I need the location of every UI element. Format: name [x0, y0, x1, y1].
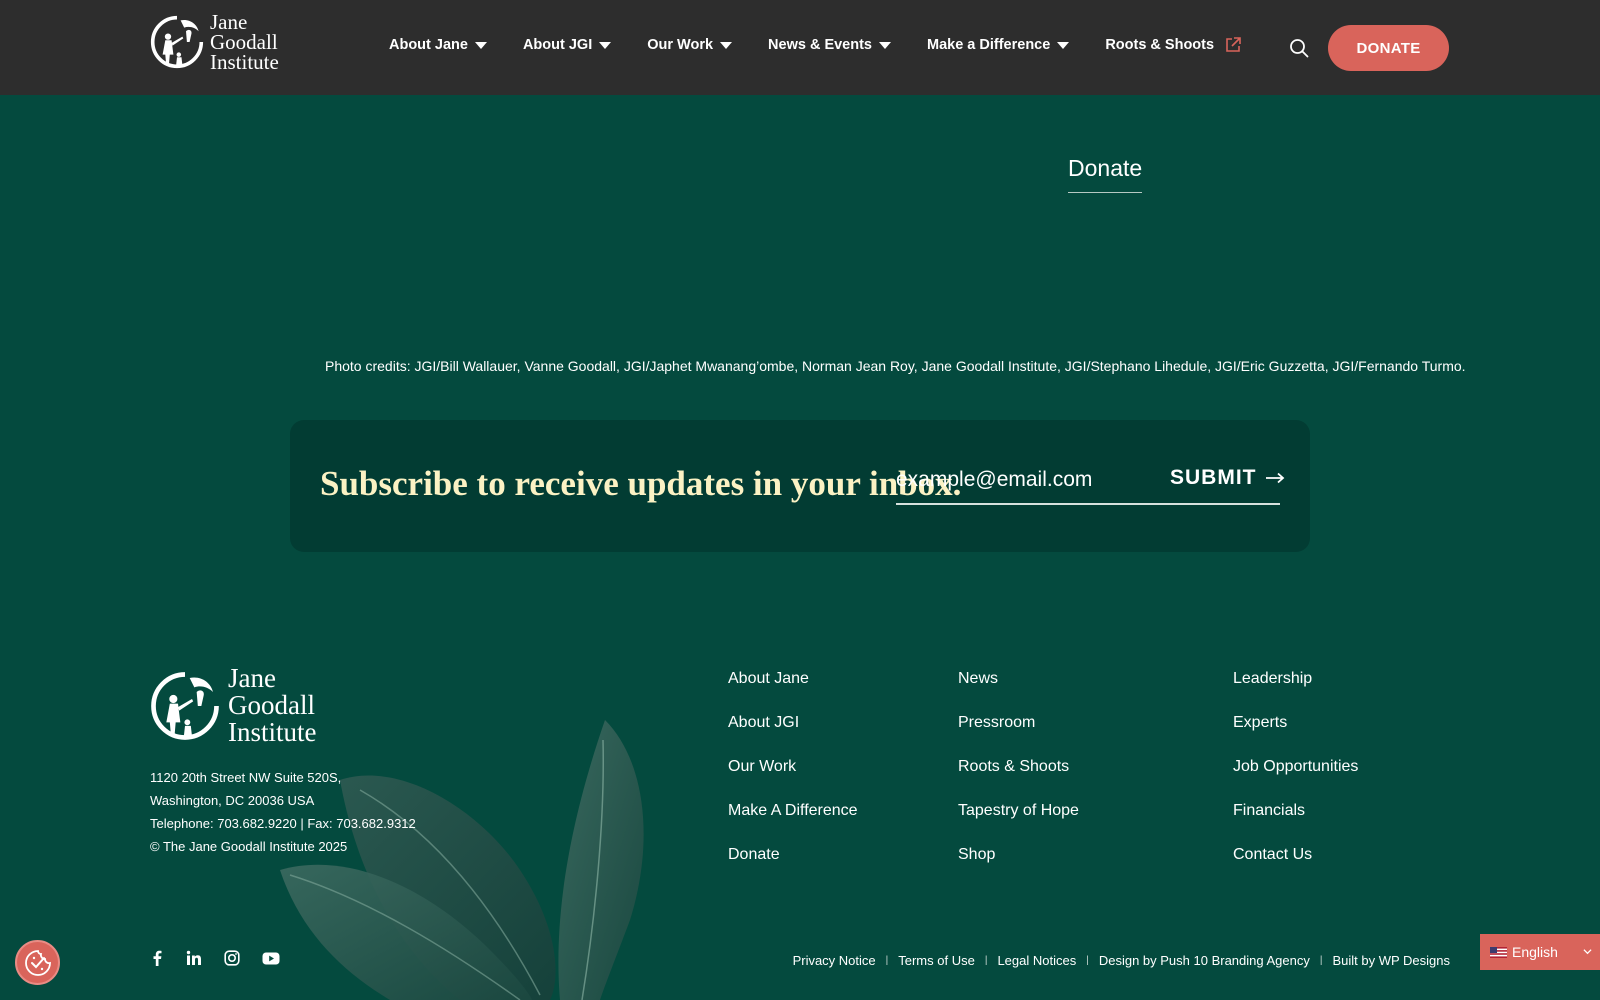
chevron-down-icon [1057, 41, 1070, 49]
submit-button[interactable]: SUBMIT [1170, 466, 1285, 490]
chevron-down-icon [1583, 949, 1592, 955]
footer-link[interactable]: About JGI [728, 714, 858, 758]
footer-link[interactable]: Job Opportunities [1233, 758, 1358, 802]
chevron-down-icon [720, 41, 733, 49]
footer-link[interactable]: About Jane [728, 670, 858, 714]
logo-wordmark: Jane Goodall Institute [210, 10, 279, 74]
footer-link[interactable]: Shop [958, 846, 1079, 890]
cookie-settings-button[interactable] [15, 940, 60, 985]
footer-link[interactable]: Leadership [1233, 670, 1358, 714]
footer-link[interactable]: Financials [1233, 802, 1358, 846]
instagram-icon[interactable] [224, 950, 240, 966]
cookie-check-icon [24, 949, 51, 976]
nav-item-label: News & Events [768, 37, 872, 53]
separator: | [885, 955, 889, 966]
terms-of-use-link[interactable]: Terms of Use [898, 953, 975, 968]
us-flag-icon [1490, 946, 1507, 958]
phone-fax: Telephone: 703.682.9220 | Fax: 703.682.9… [150, 816, 416, 831]
nav-item-label: About JGI [522, 37, 593, 53]
nav-item-make-a-difference[interactable]: Make a Difference [927, 37, 1070, 53]
site-logo[interactable]: Jane Goodall Institute [150, 10, 279, 74]
email-field[interactable] [896, 460, 1146, 500]
donate-link[interactable]: Donate [1068, 155, 1143, 193]
nav-item-label: Make a Difference [927, 37, 1051, 53]
photo-credits: Photo credits: JGI/Bill Wallauer, Vanne … [325, 358, 1466, 374]
external-link-icon [1226, 37, 1241, 52]
nav-item-label: Our Work [647, 37, 714, 53]
chevron-down-icon [599, 41, 612, 49]
site-header: Jane Goodall Institute About Jane About … [0, 0, 1600, 95]
logo-line: Goodall [210, 30, 278, 54]
footer-links-col-1: About Jane About JGI Our Work Make A Dif… [728, 670, 858, 890]
separator: | [1319, 955, 1323, 966]
youtube-icon[interactable] [262, 952, 280, 965]
design-credit-link[interactable]: Design by Push 10 Branding Agency [1099, 953, 1310, 968]
footer-link[interactable]: Tapestry of Hope [958, 802, 1079, 846]
subscribe-heading: Subscribe to receive updates in your inb… [320, 464, 962, 503]
search-icon[interactable] [1289, 38, 1309, 58]
footer-link[interactable]: Roots & Shoots [958, 758, 1079, 802]
footer-link[interactable]: Experts [1233, 714, 1358, 758]
arrow-right-icon [1265, 472, 1284, 484]
nav-item-roots-shoots[interactable]: Roots & Shoots [1105, 36, 1242, 54]
legal-links: Privacy Notice | Terms of Use | Legal No… [793, 953, 1450, 968]
footer-link[interactable]: Contact Us [1233, 846, 1358, 890]
footer-link[interactable]: Make A Difference [728, 802, 858, 846]
copyright: © The Jane Goodall Institute 2025 [150, 839, 348, 854]
nav-item-about-jane[interactable]: About Jane [389, 37, 487, 53]
separator: | [1086, 955, 1089, 966]
nav-item-news-events[interactable]: News & Events [768, 37, 891, 53]
footer-links-col-3: Leadership Experts Job Opportunities Fin… [1233, 670, 1358, 890]
footer-address: 1120 20th Street NW Suite 520S, Washingt… [150, 766, 416, 858]
logo-line: Institute [210, 50, 279, 74]
nav-item-about-jgi[interactable]: About JGI [522, 37, 612, 53]
logo-line: Institute [228, 717, 317, 747]
logo-line: Jane [210, 10, 248, 34]
submit-label: SUBMIT [1170, 466, 1257, 489]
address-line: 1120 20th Street NW Suite 520S, [150, 770, 342, 785]
donate-button[interactable]: DONATE [1328, 25, 1449, 71]
nav-item-label: About Jane [389, 37, 468, 53]
footer-link[interactable]: Pressroom [958, 714, 1079, 758]
footer-link[interactable]: News [958, 670, 1079, 714]
address-line: Washington, DC 20036 USA [150, 793, 315, 808]
nav-item-label: Roots & Shoots [1105, 37, 1215, 53]
leaves-decoration [280, 720, 644, 1000]
separator: | [984, 955, 988, 966]
email-field-underline [896, 503, 1280, 505]
linkedin-icon[interactable] [186, 950, 202, 966]
chevron-down-icon [474, 41, 487, 49]
main-nav: About Jane About JGI Our Work News & Eve… [389, 36, 1278, 54]
logo-line: Goodall [228, 690, 315, 720]
jgi-logo-icon [150, 15, 204, 69]
newsletter-subscribe: Subscribe to receive updates in your inb… [290, 420, 1310, 552]
logo-line: Jane [228, 663, 276, 693]
footer-link[interactable]: Our Work [728, 758, 858, 802]
social-links [150, 950, 302, 966]
legal-notices-link[interactable]: Legal Notices [997, 953, 1076, 968]
language-selector[interactable]: English [1480, 934, 1600, 970]
jgi-logo-icon [151, 671, 219, 740]
logo-wordmark: Jane Goodall Institute [228, 665, 317, 746]
chevron-down-icon [879, 41, 891, 49]
nav-item-our-work[interactable]: Our Work [647, 37, 733, 53]
built-by-link[interactable]: Built by WP Designs [1332, 953, 1450, 968]
language-label: English [1512, 944, 1558, 960]
footer-link[interactable]: Donate [728, 846, 858, 890]
footer-links-col-2: News Pressroom Roots & Shoots Tapestry o… [958, 670, 1079, 890]
privacy-notice-link[interactable]: Privacy Notice [793, 953, 876, 968]
facebook-icon[interactable] [150, 950, 164, 966]
footer-logo[interactable]: Jane Goodall Institute [150, 665, 317, 746]
